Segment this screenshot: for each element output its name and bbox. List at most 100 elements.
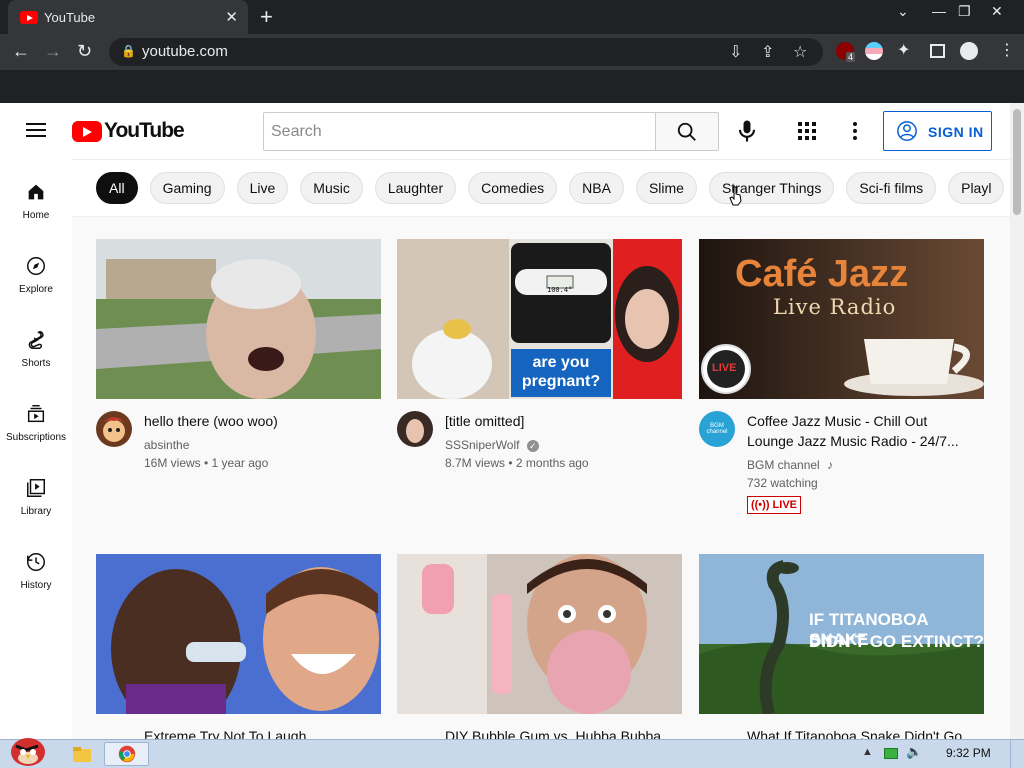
video-thumbnail[interactable] bbox=[96, 554, 381, 714]
live-badge: ((•)) LIVE bbox=[747, 496, 801, 514]
video-thumbnail[interactable] bbox=[96, 239, 381, 399]
video-thumbnail[interactable]: 100.4° are you pregnant? bbox=[397, 239, 682, 399]
filter-chip-bar: All Gaming Live Music Laughter Comedies NBA Sli… bbox=[72, 159, 1010, 217]
start-menu-bird-icon[interactable] bbox=[4, 732, 48, 768]
chip-music[interactable]: Music bbox=[300, 172, 363, 204]
address-bar[interactable]: 🔒 youtube.com ⇩ ⇪ ☆ bbox=[109, 38, 823, 66]
shorts-icon bbox=[28, 331, 44, 349]
search-input[interactable] bbox=[263, 112, 656, 151]
channel-name[interactable]: SSSniperWolf ✓ bbox=[445, 436, 539, 454]
taskbar-chrome-button[interactable] bbox=[104, 742, 149, 766]
channel-name[interactable]: BGM channel ♪ bbox=[747, 456, 833, 474]
channel-name-text: SSSniperWolf bbox=[445, 438, 520, 452]
ublock-extension-icon[interactable]: 4 bbox=[836, 42, 856, 62]
chip-laughter[interactable]: Laughter bbox=[374, 172, 457, 204]
video-thumbnail[interactable]: IF TITANOBOA SNAKE DIDN'T GO EXTINCT? bbox=[699, 554, 984, 714]
chip-playlists[interactable]: Playl bbox=[948, 172, 1005, 204]
volume-icon[interactable]: 🔈 bbox=[906, 744, 922, 760]
chip-gaming[interactable]: Gaming bbox=[149, 172, 225, 204]
channel-avatar[interactable] bbox=[96, 411, 132, 447]
apps-grid-icon[interactable] bbox=[796, 120, 818, 142]
side-panel-icon[interactable] bbox=[930, 44, 945, 58]
sidebar-item-shorts[interactable]: Shorts bbox=[0, 307, 72, 381]
network-icon[interactable] bbox=[884, 748, 898, 759]
sidebar-item-library[interactable]: Library bbox=[0, 455, 72, 529]
video-title[interactable]: hello there (woo woo) bbox=[144, 411, 374, 431]
youtube-favicon-icon bbox=[20, 11, 38, 24]
tab-close-icon[interactable]: ✕ bbox=[225, 8, 238, 26]
more-options-icon[interactable] bbox=[845, 120, 865, 142]
file-explorer-icon[interactable] bbox=[70, 743, 94, 765]
channel-avatar[interactable] bbox=[397, 411, 433, 447]
video-title[interactable]: What If Titanoboa Snake Didn't Go bbox=[747, 726, 977, 739]
search-button[interactable] bbox=[655, 112, 719, 151]
chip-stranger-things[interactable]: Stranger Things bbox=[708, 172, 835, 204]
install-app-icon[interactable]: ⇩ bbox=[729, 42, 742, 62]
tab-title: YouTube bbox=[44, 10, 96, 25]
sidebar-item-explore[interactable]: Explore bbox=[0, 233, 72, 307]
share-icon[interactable]: ⇪ bbox=[761, 42, 774, 62]
sidebar-item-history[interactable]: History bbox=[0, 529, 72, 603]
youtube-masthead: YouTube SIGN IN bbox=[0, 103, 1010, 159]
chip-comedies[interactable]: Comedies bbox=[468, 172, 558, 204]
chip-live[interactable]: Live bbox=[236, 172, 289, 204]
minimize-icon[interactable]: — bbox=[932, 3, 946, 19]
youtube-logo-text[interactable]: YouTube bbox=[104, 119, 185, 143]
sidebar-item-subscriptions[interactable]: Subscriptions bbox=[0, 381, 72, 455]
channel-avatar[interactable]: BGM channel bbox=[699, 411, 735, 447]
os-taskbar: ▲ 🔈 9:32 PM bbox=[0, 738, 1024, 768]
window-close-icon[interactable]: ✕ bbox=[991, 3, 1003, 20]
video-title[interactable]: Coffee Jazz Music - Chill Out Lounge Jaz… bbox=[747, 411, 977, 451]
page-scrollbar[interactable] bbox=[1010, 103, 1024, 739]
tab-search-chevron-icon[interactable]: ⌄ bbox=[897, 3, 909, 20]
reload-icon[interactable]: ↻ bbox=[77, 41, 92, 62]
browser-tab-youtube[interactable]: YouTube ✕ bbox=[8, 0, 248, 34]
mini-guide-sidebar: Home Explore Shorts Subscriptions Librar… bbox=[0, 159, 72, 739]
bookmark-star-icon[interactable]: ☆ bbox=[793, 42, 807, 62]
channel-avatar-text: BGM channel bbox=[706, 423, 728, 435]
hand-cursor-icon bbox=[729, 186, 742, 206]
video-grid: hello there (woo woo) absinthe 16M views… bbox=[72, 217, 1010, 739]
chip-all[interactable]: All bbox=[96, 172, 138, 204]
chip-slime[interactable]: Slime bbox=[635, 172, 697, 204]
library-icon bbox=[27, 479, 45, 497]
thumbnail-caption-line-2: DIDN'T GO EXTINCT? bbox=[809, 632, 984, 651]
forward-arrow-icon[interactable]: → bbox=[44, 41, 62, 62]
sidebar-item-home[interactable]: Home bbox=[0, 159, 72, 233]
video-thumbnail[interactable] bbox=[397, 554, 682, 714]
sidebar-item-label: Subscriptions bbox=[5, 432, 67, 443]
show-hidden-icons-icon[interactable]: ▲ bbox=[862, 746, 873, 758]
channel-name[interactable]: absinthe bbox=[144, 436, 189, 454]
video-stats: 8.7M views • 2 months ago bbox=[445, 456, 589, 470]
hamburger-menu-icon[interactable] bbox=[26, 123, 46, 137]
thumbnail-title: Café Jazz bbox=[735, 253, 909, 295]
taskbar-clock[interactable]: 9:32 PM bbox=[946, 746, 991, 760]
music-note-icon: ♪ bbox=[827, 458, 834, 472]
video-title[interactable]: Extreme Try Not To Laugh bbox=[144, 726, 374, 739]
chrome-menu-icon[interactable]: ⋮ bbox=[999, 40, 1015, 60]
sidebar-item-label: Library bbox=[20, 506, 52, 517]
back-arrow-icon[interactable]: ← bbox=[12, 41, 30, 62]
video-thumbnail[interactable]: Café Jazz Live Radio LIVE bbox=[699, 239, 984, 399]
new-tab-icon[interactable]: + bbox=[260, 4, 273, 30]
show-desktop-button[interactable] bbox=[1010, 740, 1024, 768]
chip-nba[interactable]: NBA bbox=[569, 172, 624, 204]
restore-icon[interactable]: ❐ bbox=[958, 3, 971, 20]
history-icon bbox=[27, 553, 45, 571]
verified-check-icon: ✓ bbox=[526, 440, 539, 452]
youtube-logo-icon[interactable] bbox=[72, 121, 102, 142]
video-stats: 16M views • 1 year ago bbox=[144, 456, 269, 470]
microphone-icon[interactable] bbox=[733, 117, 761, 145]
sidebar-item-label: Shorts bbox=[21, 358, 51, 369]
sign-in-button[interactable]: SIGN IN bbox=[883, 111, 992, 151]
sidebar-item-label: History bbox=[20, 580, 52, 591]
extensions-puzzle-icon[interactable]: ✦ bbox=[897, 40, 910, 60]
browser-toolbar: ← → ↻ 🔒 youtube.com ⇩ ⇪ ☆ 4 ✦ ⋮ bbox=[0, 34, 1024, 70]
chip-sci-fi-films[interactable]: Sci-fi films bbox=[846, 172, 937, 204]
extension-flag-icon[interactable] bbox=[865, 42, 883, 60]
video-title[interactable]: DIY Bubble Gum vs. Hubba Bubba bbox=[445, 726, 675, 739]
ublock-badge-count: 4 bbox=[846, 52, 856, 62]
scrollbar-thumb[interactable] bbox=[1013, 109, 1021, 215]
video-title[interactable]: [title omitted] bbox=[445, 411, 675, 431]
profile-icon[interactable] bbox=[960, 42, 978, 60]
